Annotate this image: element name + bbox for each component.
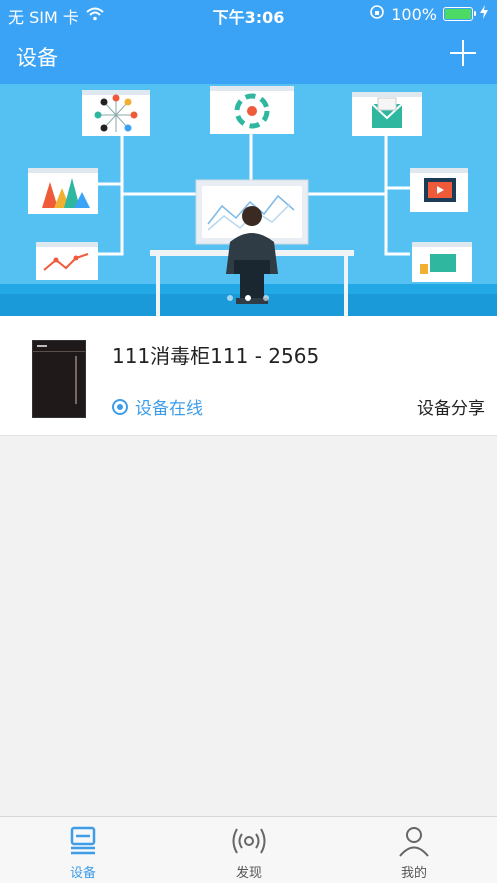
orientation-lock-icon [369, 4, 385, 24]
nav-bar: 设备 [0, 28, 497, 84]
device-card[interactable]: 111消毒柜111 - 2565 设备在线 设备分享 [0, 316, 497, 436]
tab-discover-label: 发现 [235, 866, 262, 881]
status-bar: 无 SIM 卡 下午3:06 100% [0, 0, 497, 28]
user-icon [396, 825, 432, 857]
add-icon[interactable] [447, 38, 479, 70]
charging-icon [479, 4, 489, 24]
signal-icon [231, 825, 267, 857]
device-name: 111消毒柜111 - 2565 [112, 344, 320, 368]
disinfection-cabinet-image [32, 340, 86, 418]
share-device-button[interactable]: 设备分享 [417, 394, 485, 419]
tab-profile[interactable]: 我的 [331, 817, 497, 883]
status-right: 100% [369, 4, 489, 24]
banner-image [0, 84, 497, 316]
battery-icon [443, 7, 476, 21]
device-status: 设备在线 [112, 394, 203, 419]
tab-profile-label: 我的 [400, 866, 427, 881]
tab-devices-label: 设备 [69, 866, 96, 881]
page-title: 设备 [16, 46, 58, 70]
tab-devices[interactable]: 设备 [0, 817, 166, 883]
device-status-label: 设备在线 [135, 399, 203, 419]
battery-percent: 100% [391, 4, 437, 24]
tab-discover[interactable]: 发现 [166, 817, 332, 883]
tab-bar: 设备 发现 我的 [0, 816, 497, 883]
device-icon [65, 825, 101, 857]
online-indicator-icon [112, 398, 128, 415]
